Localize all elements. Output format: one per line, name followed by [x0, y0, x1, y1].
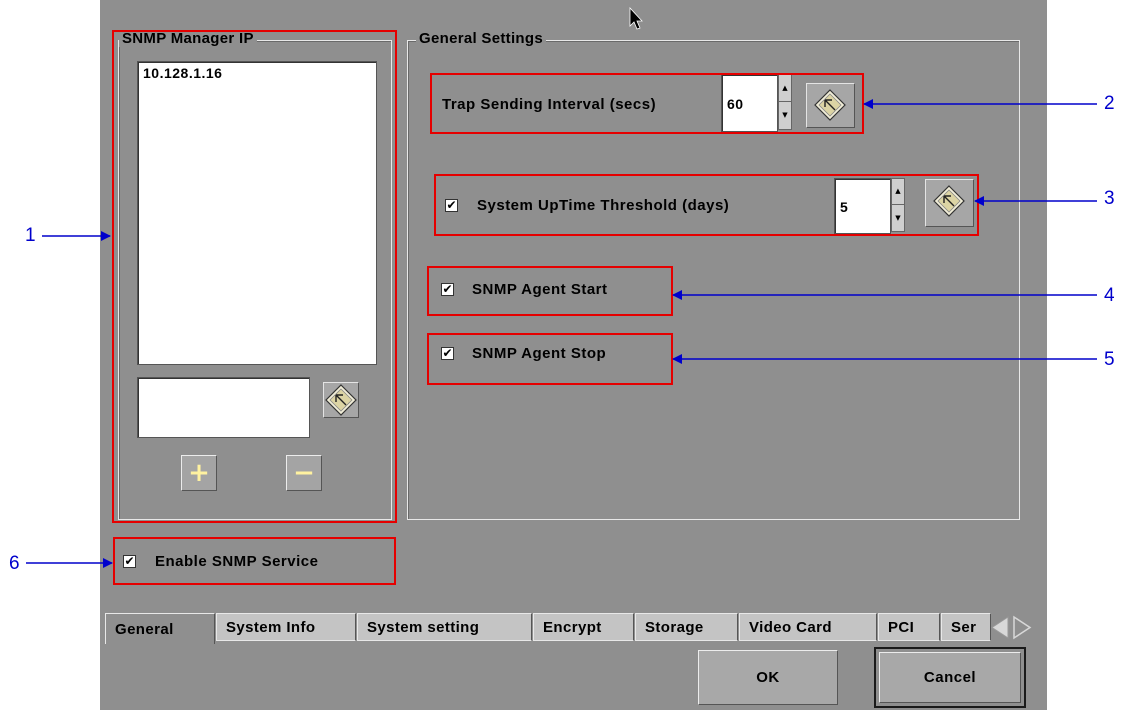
ok-button[interactable]: OK: [698, 650, 838, 705]
tab-ser[interactable]: Ser: [941, 613, 991, 641]
annotation-6: 6: [9, 553, 20, 574]
annotation-5: 5: [1104, 349, 1115, 370]
tab-encrypt[interactable]: Encrypt: [533, 613, 634, 641]
annotation-4: 4: [1104, 285, 1115, 306]
highlight-agent-start: [427, 266, 673, 316]
annotation-1: 1: [25, 225, 36, 246]
tab-system-info[interactable]: System Info: [216, 613, 356, 641]
tab-video-card[interactable]: Video Card: [739, 613, 877, 641]
highlight-trap-interval: [430, 73, 864, 134]
tab-general[interactable]: General: [105, 613, 215, 644]
tab-scroll-right-icon[interactable]: [1012, 614, 1032, 641]
highlight-uptime: [434, 174, 979, 236]
tab-system-setting[interactable]: System setting: [357, 613, 532, 641]
general-settings-legend: General Settings: [416, 31, 547, 47]
highlight-agent-stop: [427, 333, 673, 385]
tab-storage[interactable]: Storage: [635, 613, 738, 641]
cancel-button[interactable]: Cancel: [879, 652, 1021, 703]
annotation-3: 3: [1104, 188, 1115, 209]
cancel-button-frame: Cancel: [874, 647, 1026, 708]
tab-scroll-left-glyph: [991, 616, 1009, 639]
tab-pci[interactable]: PCI: [878, 613, 940, 641]
annotation-2: 2: [1104, 93, 1115, 114]
tab-scroll-right-glyph: [1013, 615, 1032, 640]
tab-scroll-left-icon[interactable]: [990, 614, 1010, 641]
highlight-snmp-manager: [112, 30, 397, 523]
highlight-enable-snmp: [113, 537, 396, 585]
